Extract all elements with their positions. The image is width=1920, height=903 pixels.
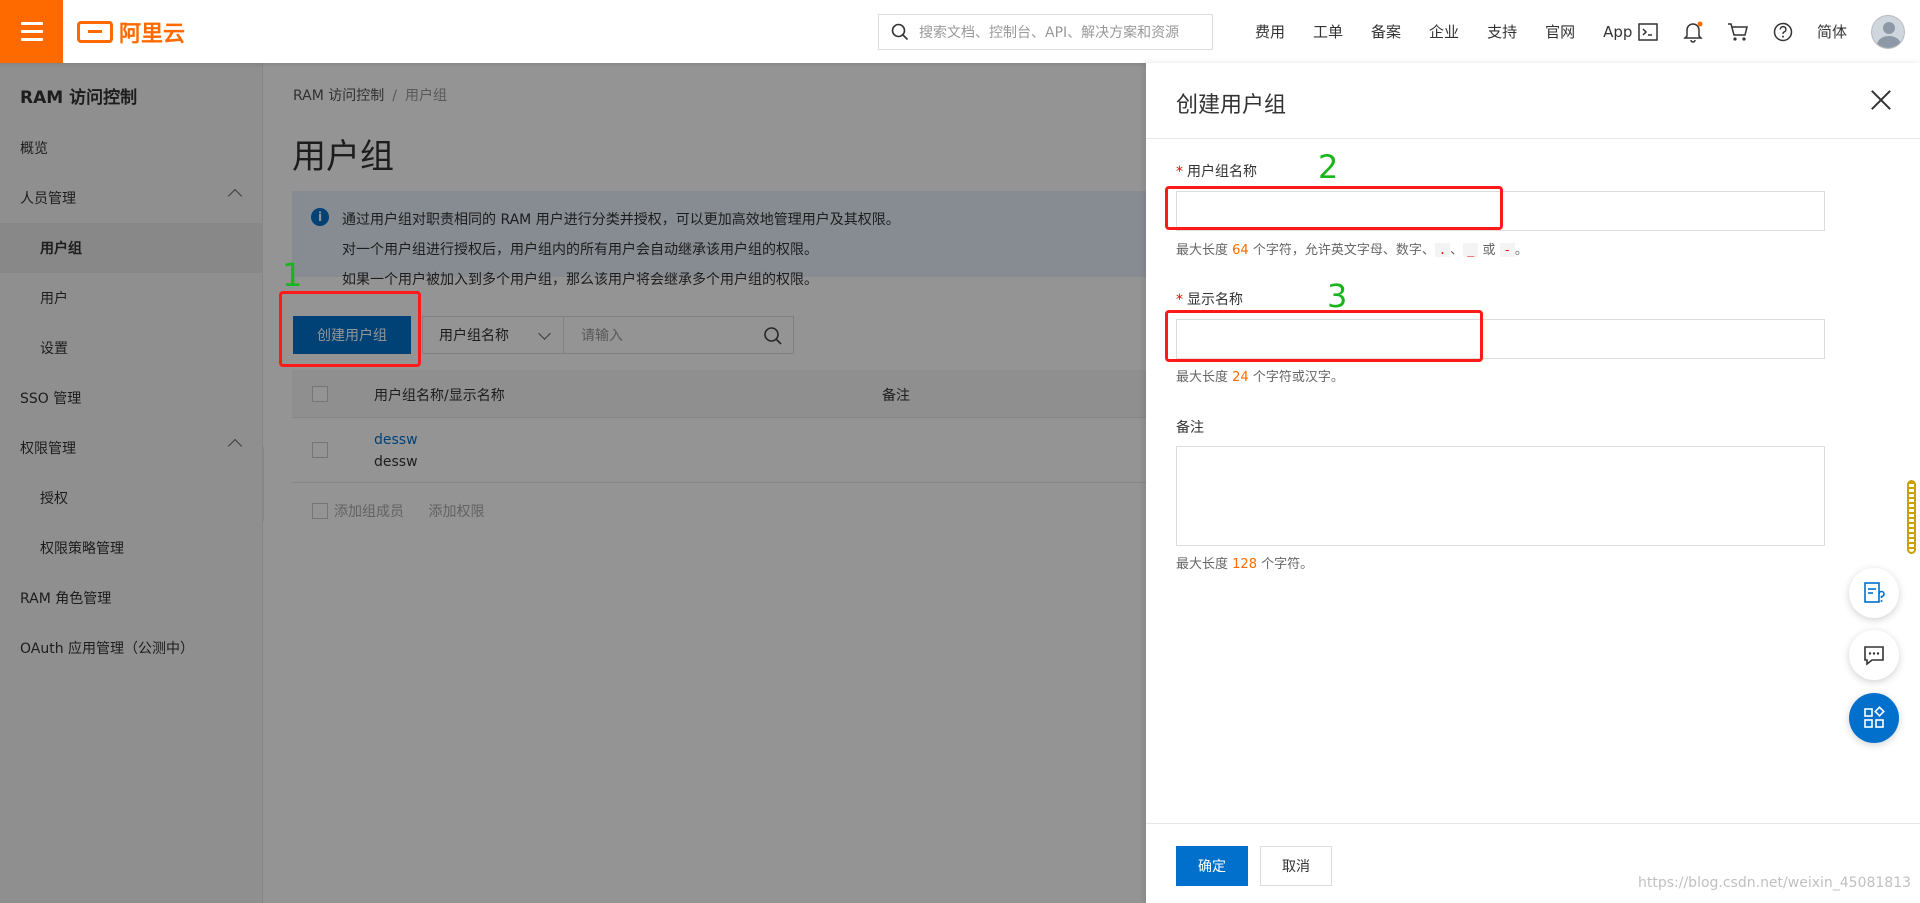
feedback-doc-button[interactable] (1849, 568, 1899, 618)
help-end: 。 (1514, 243, 1528, 258)
annotation-number-2: 2 (1318, 148, 1339, 186)
help-text: 个字符。 (1261, 557, 1314, 572)
cart-icon[interactable] (1727, 21, 1749, 43)
group-name-label-text: 用户组名称 (1187, 164, 1257, 180)
help-text: 个字符，允许英文字母、数字、 (1252, 243, 1435, 258)
remark-help: 最大长度 128 个字符。 (1176, 553, 1313, 572)
group-name-label: * 用户组名称 (1176, 161, 1257, 181)
drawer-title: 创建用户组 (1176, 93, 1287, 118)
top-links: 费用 工单 备案 企业 支持 官网 App (1255, 0, 1660, 63)
annotation-box-3 (1165, 310, 1483, 362)
link-icp[interactable]: 备案 (1371, 21, 1401, 42)
help-prefix: 最大长度 (1176, 370, 1229, 385)
brand-logo[interactable]: 阿里云 (77, 16, 185, 48)
top-navbar: 阿里云 搜索文档、控制台、API、解决方案和资源 费用 工单 备案 企业 支持 … (0, 0, 1920, 63)
required-mark: * (1176, 164, 1183, 180)
help-prefix: 最大长度 (1176, 243, 1229, 258)
allowed-char-underscore: _ (1463, 243, 1479, 257)
help-or: 或 (1482, 243, 1496, 258)
required-mark: * (1176, 292, 1183, 308)
chat-icon (1864, 646, 1884, 666)
global-search[interactable]: 搜索文档、控制台、API、解决方案和资源 (878, 14, 1213, 50)
allowed-char-dot: . (1434, 243, 1451, 257)
link-tickets[interactable]: 工单 (1313, 21, 1343, 42)
link-app[interactable]: App (1603, 23, 1632, 41)
help-separator: 、 (1450, 243, 1464, 258)
group-name-help: 最大长度 64 个字符，允许英文字母、数字、.、 _ 或 -。 (1176, 239, 1528, 258)
remark-textarea[interactable] (1176, 446, 1825, 546)
annotation-box-1 (279, 291, 421, 367)
doc-question-icon (1864, 582, 1885, 603)
annotation-box-2 (1165, 186, 1503, 230)
menu-icon[interactable] (0, 0, 63, 63)
apps-button[interactable] (1849, 693, 1899, 743)
annotation-number-3: 3 (1327, 277, 1348, 315)
language-switch[interactable]: 简体 (1817, 21, 1847, 42)
aliyun-logo-icon (77, 20, 113, 43)
link-enterprise[interactable]: 企业 (1429, 21, 1459, 42)
link-support[interactable]: 支持 (1487, 21, 1517, 42)
help-max-length: 64 (1232, 243, 1249, 258)
terminal-icon[interactable] (1637, 21, 1659, 43)
confirm-button[interactable]: 确定 (1176, 846, 1248, 886)
search-placeholder: 搜索文档、控制台、API、解决方案和资源 (919, 25, 1180, 41)
remark-label: 备注 (1176, 420, 1204, 436)
apps-grid-icon (1864, 706, 1885, 728)
help-text: 个字符或汉字。 (1252, 370, 1344, 385)
drawer-footer: 确定 取消 (1146, 823, 1920, 903)
annotation-number-1: 1 (282, 256, 303, 294)
link-official-site[interactable]: 官网 (1545, 21, 1575, 42)
allowed-char-dash: - (1499, 243, 1515, 257)
brand-name: 阿里云 (119, 21, 186, 47)
top-icons: 简体 (1637, 0, 1906, 63)
close-icon[interactable] (1870, 89, 1892, 111)
search-icon (891, 23, 909, 41)
avatar[interactable] (1871, 14, 1906, 49)
help-icon[interactable] (1772, 21, 1794, 43)
help-max-length: 128 (1232, 557, 1257, 572)
link-fees[interactable]: 费用 (1255, 21, 1285, 42)
drawer-header: 创建用户组 (1146, 63, 1920, 139)
side-scroll-handle[interactable] (1907, 480, 1916, 554)
display-name-label: * 显示名称 (1176, 289, 1243, 309)
cancel-button[interactable]: 取消 (1260, 846, 1332, 886)
modal-mask[interactable] (0, 63, 1146, 903)
display-name-help: 最大长度 24 个字符或汉字。 (1176, 366, 1344, 385)
watermark: https://blog.csdn.net/weixin_45081813 (1638, 875, 1912, 891)
chat-button[interactable] (1849, 630, 1899, 680)
bell-icon[interactable] (1682, 21, 1704, 43)
help-max-length: 24 (1232, 370, 1249, 385)
help-prefix: 最大长度 (1176, 557, 1229, 572)
display-name-label-text: 显示名称 (1187, 292, 1243, 308)
